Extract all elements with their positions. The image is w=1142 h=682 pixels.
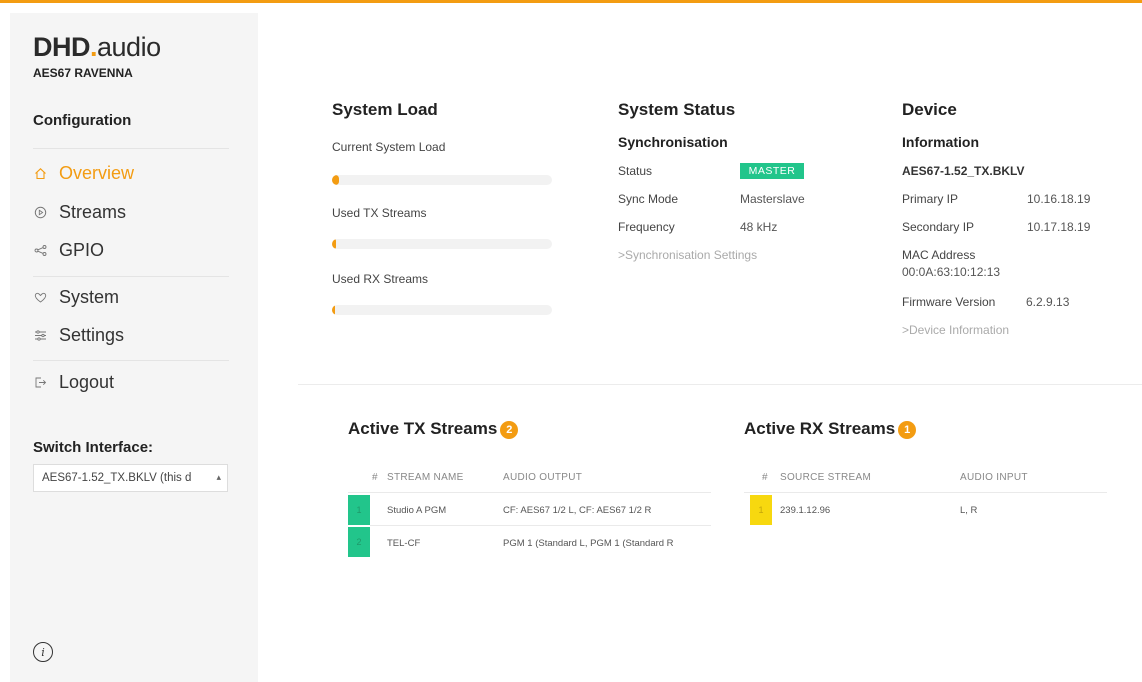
sidebar-item-streams[interactable]: Streams bbox=[33, 202, 126, 223]
frequency-label: Frequency bbox=[618, 220, 675, 234]
current-load-label: Current System Load bbox=[332, 140, 446, 154]
sidebar-item-label: Settings bbox=[59, 325, 125, 345]
rx-col-source-stream: SOURCE STREAM bbox=[780, 472, 872, 483]
rx-streams-fill bbox=[332, 305, 335, 315]
sidebar-divider bbox=[33, 148, 229, 149]
system-status-title: System Status bbox=[618, 100, 736, 119]
frequency-value: 48 kHz bbox=[740, 220, 778, 234]
play-circle-icon bbox=[33, 206, 47, 220]
rx-row-input: L, R bbox=[960, 505, 978, 516]
rx-header-line bbox=[744, 492, 1107, 493]
status-label: Status bbox=[618, 164, 653, 178]
share-icon bbox=[33, 244, 47, 258]
sidebar-item-settings[interactable]: Settings bbox=[33, 325, 124, 346]
secondary-ip-label: Secondary IP bbox=[902, 220, 975, 234]
tx-row-output: PGM 1 (Standard L, PGM 1 (Standard R bbox=[503, 538, 674, 549]
tx-col-audio-output: AUDIO OUTPUT bbox=[503, 472, 583, 483]
heart-icon bbox=[33, 291, 47, 305]
mac-address-value: 00:0A:63:10:12:13 bbox=[902, 265, 1001, 279]
primary-ip-value: 10.16.18.19 bbox=[1027, 192, 1091, 206]
sidebar-item-system[interactable]: System bbox=[33, 287, 119, 308]
tx-header-line bbox=[348, 492, 711, 493]
brand-main: DHD bbox=[33, 32, 91, 62]
tx-row-name: TEL-CF bbox=[387, 538, 421, 549]
firmware-label: Firmware Version bbox=[902, 295, 996, 309]
info-icon[interactable]: i bbox=[33, 642, 53, 662]
device-information-title: Information bbox=[902, 134, 979, 150]
system-load-title: System Load bbox=[332, 100, 438, 119]
switch-interface-value: AES67-1.52_TX.BKLV (this d bbox=[42, 472, 192, 484]
rx-streams-title: Active RX Streams 1 bbox=[744, 419, 917, 439]
switch-interface-title: Switch Interface: bbox=[33, 439, 154, 456]
tx-row-line bbox=[370, 525, 711, 526]
rx-col-audio-input: AUDIO INPUT bbox=[960, 472, 1028, 483]
brand-subtitle: AES67 RAVENNA bbox=[33, 66, 133, 80]
device-title: Device bbox=[902, 100, 957, 119]
rx-col-num: # bbox=[762, 472, 768, 483]
top-accent-bar bbox=[0, 0, 1142, 3]
sliders-icon bbox=[33, 329, 47, 343]
tx-streams-title: Active TX Streams 2 bbox=[348, 419, 519, 439]
current-load-bar bbox=[332, 175, 552, 185]
tx-row-output: CF: AES67 1/2 L, CF: AES67 1/2 R bbox=[503, 505, 652, 516]
synchronisation-title: Synchronisation bbox=[618, 134, 728, 150]
home-icon bbox=[33, 167, 47, 181]
switch-interface-select[interactable]: AES67-1.52_TX.BKLV (this d ▴ bbox=[33, 464, 228, 492]
status-badge: MASTER bbox=[740, 163, 804, 179]
mac-address-label: MAC Address bbox=[902, 248, 976, 262]
tx-count-badge: 2 bbox=[500, 421, 519, 439]
tx-col-num: # bbox=[372, 472, 378, 483]
rx-row-num: 1 bbox=[750, 495, 772, 525]
tx-streams-bar bbox=[332, 239, 552, 249]
section-title-configuration: Configuration bbox=[33, 112, 132, 129]
secondary-ip-value: 10.17.18.19 bbox=[1027, 220, 1091, 234]
sidebar-divider bbox=[33, 276, 229, 277]
primary-ip-label: Primary IP bbox=[902, 192, 959, 206]
tx-col-stream-name: STREAM NAME bbox=[387, 472, 464, 483]
synchronisation-settings-link[interactable]: >Synchronisation Settings bbox=[618, 248, 757, 262]
rx-streams-bar bbox=[332, 305, 552, 315]
sync-mode-label: Sync Mode bbox=[618, 192, 679, 206]
sidebar-divider bbox=[33, 360, 229, 361]
sidebar-item-label: Logout bbox=[59, 372, 115, 392]
current-load-fill bbox=[332, 175, 339, 185]
brand-logo: DHD.audio bbox=[33, 32, 161, 63]
section-divider bbox=[298, 384, 1142, 385]
sidebar-item-label: System bbox=[59, 287, 120, 307]
sidebar-item-label: Streams bbox=[59, 202, 127, 222]
tx-row-num: 1 bbox=[348, 495, 370, 525]
firmware-value: 6.2.9.13 bbox=[1026, 295, 1070, 309]
rx-row-source: 239.1.12.96 bbox=[780, 505, 831, 516]
rx-count-badge: 1 bbox=[898, 421, 917, 439]
rx-streams-title-text: Active RX Streams bbox=[744, 419, 896, 438]
tx-streams-fill bbox=[332, 239, 336, 249]
device-name: AES67-1.52_TX.BKLV bbox=[902, 164, 1025, 178]
sidebar-item-label: GPIO bbox=[59, 240, 105, 260]
brand-dot: . bbox=[90, 32, 98, 62]
device-information-link[interactable]: >Device Information bbox=[902, 323, 1009, 337]
sidebar-item-logout[interactable]: Logout bbox=[33, 372, 114, 393]
sidebar-item-label: Overview bbox=[59, 163, 135, 183]
tx-row-name: Studio A PGM bbox=[387, 505, 447, 516]
tx-streams-label: Used TX Streams bbox=[332, 206, 427, 220]
logout-icon bbox=[33, 376, 47, 390]
sidebar-item-gpio[interactable]: GPIO bbox=[33, 240, 104, 261]
brand-tail: audio bbox=[97, 32, 161, 62]
tx-row-num: 2 bbox=[348, 527, 370, 557]
rx-streams-label: Used RX Streams bbox=[332, 272, 429, 286]
sidebar-item-overview[interactable]: Overview bbox=[33, 163, 134, 184]
select-arrows-icon: ▴ bbox=[216, 472, 221, 482]
tx-streams-title-text: Active TX Streams bbox=[348, 419, 498, 438]
sync-mode-value: Masterslave bbox=[740, 192, 805, 206]
